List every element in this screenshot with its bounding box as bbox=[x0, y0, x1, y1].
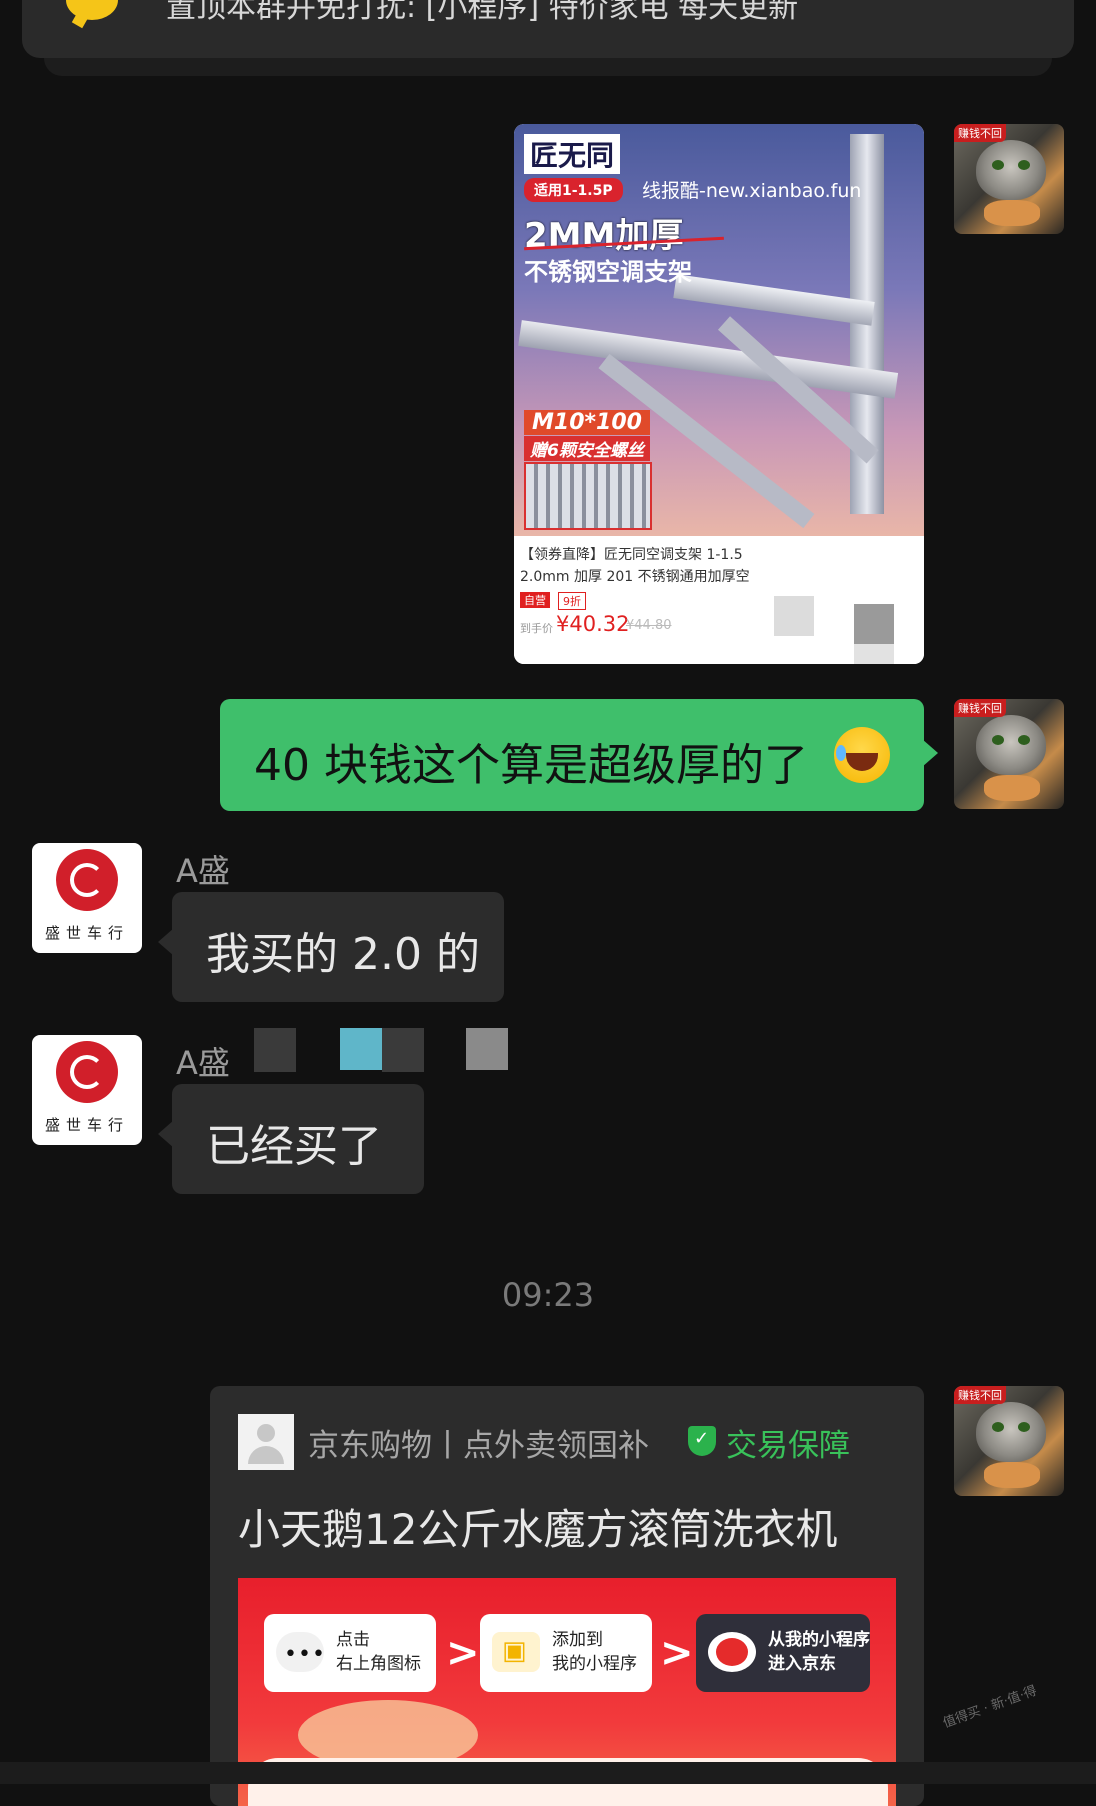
mini-program-grid-icon bbox=[492, 1632, 540, 1672]
guide-step-text: 从我的小程序 进入京东 bbox=[768, 1628, 870, 1676]
dots-glyph: ••• bbox=[284, 1642, 326, 1667]
cat-face bbox=[976, 140, 1046, 200]
message-text: 已经买了 bbox=[206, 1121, 382, 1172]
bracket-arm bbox=[673, 274, 875, 326]
self-operated-tag: 自营 bbox=[520, 592, 550, 608]
bottom-bar bbox=[0, 1762, 1096, 1784]
privacy-mosaic bbox=[230, 868, 510, 888]
product-info: 【领券直降】匠无同空调支架 1-1.5 2.0mm 加厚 201 不锈钢通用加厚… bbox=[514, 536, 924, 664]
guide-step-3: 从我的小程序 进入京东 bbox=[696, 1614, 870, 1692]
privacy-mosaic bbox=[382, 1028, 424, 1072]
guide-step-line: 右上角图标 bbox=[336, 1654, 421, 1674]
product-subheadline: 不锈钢空调支架 bbox=[524, 258, 692, 286]
message-timestamp: 09:23 bbox=[501, 1276, 595, 1314]
image-watermark: 线报酷-new.xianbao.fun bbox=[642, 180, 862, 202]
cat-paw bbox=[984, 200, 1040, 226]
my-avatar[interactable]: 赚钱不回 bbox=[954, 124, 1064, 234]
guide-step-line: 从我的小程序 bbox=[768, 1630, 870, 1650]
avatar-logo-text: 盛世车行 bbox=[44, 1116, 129, 1134]
avatar-tag: 赚钱不回 bbox=[954, 1386, 1006, 1404]
original-price: ¥44.80 bbox=[626, 618, 672, 633]
product-price: ¥40.32 bbox=[556, 612, 630, 636]
privacy-mosaic bbox=[774, 596, 814, 636]
cat-paw bbox=[984, 775, 1040, 801]
product-photo: 匠无同 适用1-1.5P 线报酷-new.xianbao.fun 2MM加厚 不… bbox=[514, 124, 924, 536]
discount-tag: 9折 bbox=[558, 592, 586, 610]
bracket-arm bbox=[518, 320, 899, 399]
guide-step-line: 添加到 bbox=[552, 1630, 603, 1650]
more-dots-icon: ••• bbox=[276, 1632, 326, 1672]
corner-watermark: 值得买 · 新·值·得 bbox=[941, 1683, 1039, 1732]
guide-step-line: 我的小程序 bbox=[552, 1654, 637, 1674]
message-text: 40 块钱这个算是超级厚的了 bbox=[254, 740, 808, 791]
sender-avatar[interactable]: 盛世车行 bbox=[32, 1035, 142, 1145]
product-desc-line: 【领券直降】匠无同空调支架 1-1.5 bbox=[520, 547, 743, 563]
avatar-tag: 赚钱不回 bbox=[954, 124, 1006, 142]
reply-text-bubble[interactable]: 我买的 2.0 的 bbox=[158, 892, 504, 1002]
privacy-mosaic bbox=[340, 1028, 382, 1070]
privacy-mosaic bbox=[854, 604, 894, 644]
mini-program-avatar-icon bbox=[238, 1414, 294, 1470]
product-brand: 匠无同 bbox=[524, 134, 621, 174]
mini-program-title: 小天鹅12公斤水魔方滚筒洗衣机 bbox=[238, 1505, 838, 1554]
product-description: 【领券直降】匠无同空调支架 1-1.5 2.0mm 加厚 201 不锈钢通用加厚… bbox=[520, 544, 770, 588]
product-desc-line: 2.0mm 加厚 201 不锈钢通用加厚空 bbox=[520, 569, 750, 585]
trade-guarantee-label: 交易保障 bbox=[726, 1428, 850, 1464]
dragon-logo-icon bbox=[56, 1041, 118, 1103]
my-text-bubble[interactable]: 40 块钱这个算是超级厚的了 bbox=[220, 699, 938, 811]
mini-program-card[interactable]: 京东购物丨点外卖领国补 交易保障 小天鹅12公斤水魔方滚筒洗衣机 ••• 点击 … bbox=[210, 1386, 924, 1806]
bolt-spec: M10*100 bbox=[524, 410, 650, 435]
cat-face bbox=[976, 715, 1046, 775]
reply-text-bubble[interactable]: 已经买了 bbox=[158, 1084, 424, 1194]
avatar-tag: 赚钱不回 bbox=[954, 699, 1006, 717]
sender-name: A盛 bbox=[176, 852, 230, 890]
cat-face bbox=[976, 1402, 1046, 1462]
dragon-logo-icon bbox=[56, 849, 118, 911]
guide-step-line: 进入京东 bbox=[768, 1654, 836, 1674]
message-text: 我买的 2.0 的 bbox=[206, 929, 480, 980]
screws-picture bbox=[524, 462, 652, 530]
mini-program-source: 京东购物丨点外卖领国补 bbox=[308, 1428, 649, 1464]
laughing-emoji-icon bbox=[834, 727, 890, 783]
guide-step-2: 添加到 我的小程序 bbox=[480, 1614, 652, 1692]
my-avatar[interactable]: 赚钱不回 bbox=[954, 1386, 1064, 1496]
sender-avatar[interactable]: 盛世车行 bbox=[32, 843, 142, 953]
guide-step-text: 点击 右上角图标 bbox=[336, 1628, 421, 1676]
guide-step-text: 添加到 我的小程序 bbox=[552, 1628, 637, 1676]
notice-text: 置顶本群并免打扰: [小程序] 特价家电 每天更新 bbox=[166, 0, 799, 25]
product-image-message[interactable]: 匠无同 适用1-1.5P 线报酷-new.xianbao.fun 2MM加厚 不… bbox=[514, 124, 924, 664]
chevron-right-icon: > bbox=[446, 1630, 480, 1676]
guide-step-1: ••• 点击 右上角图标 bbox=[264, 1614, 436, 1692]
privacy-mosaic bbox=[466, 1028, 508, 1070]
price-label: 到手价 bbox=[520, 622, 553, 635]
product-headline: 2MM加厚 bbox=[524, 216, 684, 256]
cat-paw bbox=[984, 1462, 1040, 1488]
privacy-mosaic bbox=[854, 644, 894, 664]
jd-mascot-icon bbox=[708, 1632, 756, 1672]
sender-name: A盛 bbox=[176, 1044, 230, 1082]
chevron-right-icon: > bbox=[660, 1630, 694, 1676]
privacy-mosaic bbox=[254, 1028, 296, 1072]
guide-step-line: 点击 bbox=[336, 1630, 370, 1650]
avatar-logo-text: 盛世车行 bbox=[44, 924, 129, 942]
product-fit-label: 适用1-1.5P bbox=[524, 178, 623, 202]
shield-check-icon bbox=[688, 1426, 716, 1456]
my-avatar[interactable]: 赚钱不回 bbox=[954, 699, 1064, 809]
bolt-gift: 赠6颗安全螺丝 bbox=[524, 436, 650, 461]
